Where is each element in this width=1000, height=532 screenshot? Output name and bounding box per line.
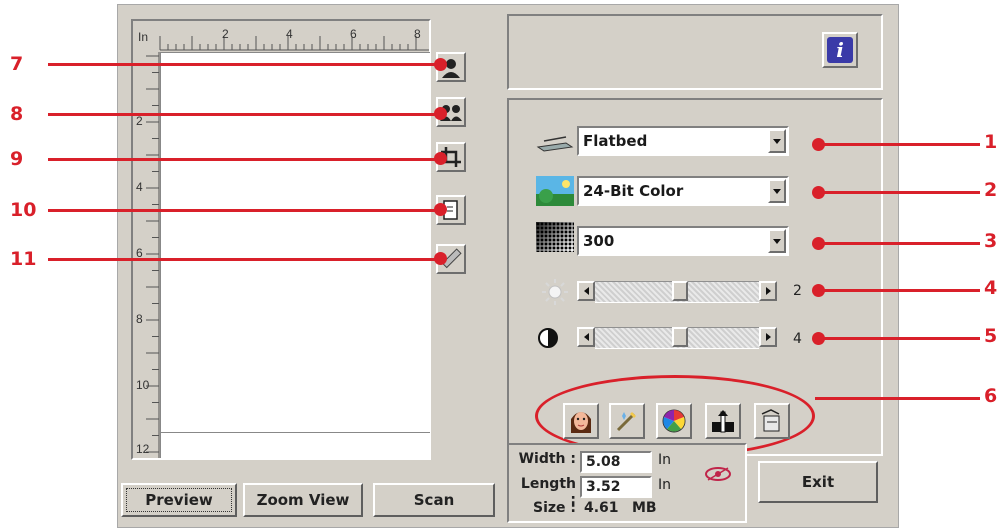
callout-5: 5 [984,325,998,347]
brightness-increase-button[interactable] [759,281,777,301]
callout-3: 3 [984,230,998,252]
contrast-thumb[interactable] [671,327,688,347]
source-dropdown-button[interactable] [768,129,786,153]
brightness-value: 2 [793,283,802,299]
color-image-icon [536,176,574,206]
left-ruler-label: 8 [136,312,143,326]
left-ruler-label: 2 [136,114,143,128]
callout-dot-10 [434,203,447,216]
chevron-down-icon [773,238,781,244]
brightness-thumb[interactable] [671,281,688,301]
callout-dot-7 [434,58,447,71]
threshold-icon [712,410,734,433]
top-ruler-ticks [159,36,429,51]
brightness-sun-icon [536,277,574,307]
chevron-left-icon [583,333,589,341]
resolution-dropdown-button[interactable] [768,229,786,253]
length-field[interactable]: 3.52 [580,476,652,498]
callout-line-2 [820,191,980,194]
chevron-right-icon [765,287,771,295]
left-ruler-label: 10 [136,378,150,392]
callout-dot-9 [434,152,447,165]
flatbed-scanner-icon [536,127,574,157]
callout-line-8 [48,113,440,116]
length-unit: In [658,477,672,493]
chevron-right-icon [765,333,771,341]
callout-9: 9 [10,148,24,170]
contrast-decrease-button[interactable] [577,327,595,347]
brightness-slider[interactable] [577,281,777,303]
size-unit: MB [632,500,657,516]
contrast-icon [536,323,574,353]
preview-canvas[interactable] [160,52,430,432]
callout-1: 1 [984,131,998,153]
callout-line-9 [48,158,440,161]
color-wheel-button[interactable] [656,403,692,439]
descreen-button[interactable] [609,403,645,439]
callout-4: 4 [984,277,998,299]
size-label: Size : [533,500,576,516]
link-toggle-button[interactable] [703,462,733,486]
exit-button[interactable]: Exit [758,461,878,503]
top-ruler: In 2468 [134,22,429,52]
left-ruler-label: 12 [136,442,150,456]
width-label: Width : [518,451,576,467]
callout-line-3 [820,242,980,245]
width-unit: In [658,452,672,468]
callout-6: 6 [984,385,998,407]
face-portrait-icon [571,412,591,433]
left-ruler-label: 4 [136,180,143,194]
chevron-down-icon [773,138,781,144]
face-portrait-button[interactable] [563,403,599,439]
color-wheel-icon [662,409,686,433]
width-field[interactable]: 5.08 [580,451,652,473]
zoom-view-button[interactable]: Zoom View [243,483,363,517]
chevron-left-icon [583,287,589,295]
source-select[interactable]: Flatbed [577,126,789,156]
halftone-icon [536,222,574,252]
contrast-slider[interactable] [577,327,777,349]
callout-11: 11 [10,248,37,270]
callout-7: 7 [10,53,24,75]
preview-button[interactable]: Preview [121,483,237,517]
magic-wand-icon [616,412,636,432]
eye-link-icon [705,467,731,481]
size-value: 4.61 [584,500,619,516]
callout-2: 2 [984,179,998,201]
callout-dot-11 [434,252,447,265]
scanner-settings-icon [761,409,780,432]
info-icon: i [827,37,853,63]
scanner-settings-button[interactable] [754,403,790,439]
callout-10: 10 [10,199,37,221]
callout-line-6 [815,397,980,400]
chevron-down-icon [773,188,781,194]
callout-8: 8 [10,103,24,125]
scan-button[interactable]: Scan [373,483,495,517]
callout-line-4 [820,289,980,292]
brightness-decrease-button[interactable] [577,281,595,301]
source-select-value: Flatbed [583,132,648,150]
callout-line-7 [48,63,440,66]
threshold-button[interactable] [705,403,741,439]
callout-line-1 [820,143,980,146]
top-ruler-label: 4 [286,27,293,41]
contrast-increase-button[interactable] [759,327,777,347]
callout-line-11 [48,258,440,261]
color-mode-select-value: 24-Bit Color [583,182,684,200]
color-mode-dropdown-button[interactable] [768,179,786,203]
color-mode-select[interactable]: 24-Bit Color [577,176,789,206]
callout-dot-8 [434,107,447,120]
top-ruler-label: 2 [222,27,229,41]
resolution-select[interactable]: 300 [577,226,789,256]
callout-line-5 [820,337,980,340]
info-button[interactable]: i [822,32,858,68]
top-ruler-label: 8 [414,27,421,41]
contrast-value: 4 [793,331,802,347]
preview-canvas-bottom [160,432,430,458]
top-ruler-label: 6 [350,27,357,41]
callout-line-10 [48,209,440,212]
resolution-select-value: 300 [583,232,615,250]
